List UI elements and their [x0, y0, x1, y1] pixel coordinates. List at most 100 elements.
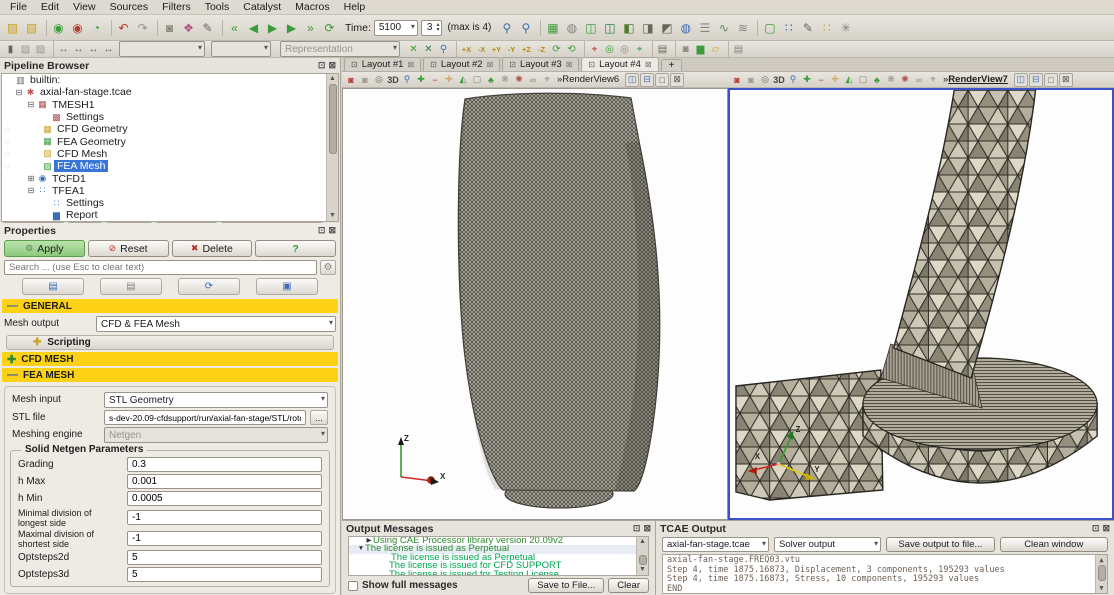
optsteps2d-input[interactable]: [127, 550, 322, 565]
rotate-90-ccw-icon[interactable]: ⟲: [564, 42, 579, 57]
spreadsheet-view-icon[interactable]: ▦: [543, 18, 562, 37]
menu-file[interactable]: File: [4, 1, 33, 13]
stream-tracer-icon[interactable]: ∿: [714, 18, 733, 37]
last-frame-icon[interactable]: »: [301, 18, 320, 37]
dock-float-icon[interactable]: ⊡: [318, 60, 326, 71]
dock-close-icon[interactable]: ⊠: [1102, 523, 1110, 534]
undo-icon[interactable]: ↶: [114, 18, 133, 37]
rescale-custom-range-icon[interactable]: ↔: [71, 42, 86, 57]
dock-float-icon[interactable]: ⊡: [318, 225, 326, 236]
paste-properties-button[interactable]: ▤: [100, 278, 162, 295]
close-view-icon[interactable]: ⊠: [1059, 73, 1073, 87]
redo-icon[interactable]: ↷: [133, 18, 152, 37]
pipeline-item-tmesh-settings[interactable]: ▩ Settings: [2, 111, 338, 123]
coloring-field-combo[interactable]: ▾: [119, 41, 205, 57]
search-input[interactable]: [4, 260, 317, 275]
glyph-filter-icon[interactable]: ◍: [562, 18, 581, 37]
pipeline-scrollbar[interactable]: ▲ ▼: [326, 74, 338, 221]
pipeline-item-tcae-case[interactable]: ⊟ ✱ axial-fan-stage.tcae: [2, 86, 338, 98]
mesh-input-combo[interactable]: STL Geometry ▾: [104, 392, 328, 408]
view-minus-y-icon[interactable]: -Y: [504, 42, 519, 57]
annotate-time-icon[interactable]: ▤: [731, 42, 746, 57]
close-icon[interactable]: ⊠: [407, 60, 414, 69]
orientation-axes-icon[interactable]: ✛: [828, 73, 842, 87]
magnify-icon[interactable]: ⚲: [786, 73, 800, 87]
link-view-icon[interactable]: ∞: [912, 73, 926, 87]
cube-axes-icon[interactable]: ◧: [619, 18, 638, 37]
dock-float-icon[interactable]: ⊡: [633, 523, 641, 534]
extract-filter-icon[interactable]: ◩: [657, 18, 676, 37]
capture-view-icon[interactable]: ◎: [372, 73, 386, 87]
reload-properties-button[interactable]: ⟳: [178, 278, 240, 295]
scroll-up-icon[interactable]: ▲: [639, 537, 646, 547]
messages-scrollbar[interactable]: ▲ ▼: [636, 537, 648, 575]
min-division-input[interactable]: [127, 510, 322, 525]
view-minus-z-icon[interactable]: -Z: [534, 42, 549, 57]
visibility-toggle-icon[interactable]: ◌: [2, 137, 12, 146]
tab-layout-4[interactable]: ⊡Layout #4⊠: [581, 57, 658, 71]
add-layout-tab[interactable]: +: [661, 59, 683, 71]
hover-points-icon[interactable]: ⌖: [926, 73, 940, 87]
maximize-view-icon[interactable]: □: [655, 73, 669, 87]
section-cfd-mesh[interactable]: ✚ CFD MESH: [2, 352, 338, 366]
menu-filters[interactable]: Filters: [156, 1, 197, 13]
close-icon[interactable]: ⊠: [645, 60, 652, 69]
tcae-case-combo[interactable]: axial-fan-stage.tcae ▾: [662, 537, 769, 552]
browse-button[interactable]: ...: [310, 410, 328, 425]
hmin-input[interactable]: [127, 491, 322, 506]
collapse-icon[interactable]: ⊟: [14, 88, 24, 97]
open-file-icon[interactable]: ▨: [3, 18, 22, 37]
show-orientation-axes-icon[interactable]: ◎: [602, 42, 617, 57]
visibility-toggle-icon[interactable]: ◌: [2, 125, 12, 134]
renderview7-viewport[interactable]: X Y Z: [728, 88, 1114, 520]
magnify-icon[interactable]: ⚲: [400, 73, 414, 87]
link-view-icon[interactable]: ∞: [526, 73, 540, 87]
dock-close-icon[interactable]: ⊠: [328, 60, 336, 71]
pipeline-item-fea-geometry[interactable]: ◌ ▦ FEA Geometry: [2, 135, 338, 147]
plot-over-time-icon[interactable]: ∷: [817, 18, 836, 37]
chart-view-icon[interactable]: ▆: [693, 42, 708, 57]
scrollbar-thumb[interactable]: [1098, 565, 1106, 581]
renderview6-label[interactable]: »RenderView6: [557, 74, 619, 85]
copy-screenshot-icon[interactable]: ▨: [18, 42, 33, 57]
scrollbar-thumb[interactable]: [329, 84, 337, 154]
frame-spinner[interactable]: 3 ▴▾: [421, 20, 443, 36]
probe-location-icon[interactable]: ◙: [678, 42, 693, 57]
adjust-color-map-icon[interactable]: ▤: [655, 42, 670, 57]
scroll-down-icon[interactable]: ▼: [1099, 583, 1103, 593]
set-view-up-icon[interactable]: ◭: [456, 73, 470, 87]
ruler-icon[interactable]: ▱: [708, 42, 723, 57]
close-icon[interactable]: ⊠: [487, 60, 494, 69]
color-palette-icon[interactable]: ❖: [179, 18, 198, 37]
warp-filter-icon[interactable]: ≋: [733, 18, 752, 37]
pipeline-item-builtin[interactable]: ▥ builtin:: [2, 74, 338, 86]
menu-help[interactable]: Help: [338, 1, 372, 13]
toggle-column-icon[interactable]: ▮: [3, 42, 18, 57]
rotate-view-left-icon[interactable]: ❋: [498, 73, 512, 87]
output-messages-list[interactable]: ▶ Using CAE Processor library version 20…: [348, 536, 649, 576]
edit-selection-icon[interactable]: ✎: [798, 18, 817, 37]
section-general[interactable]: — GENERAL: [2, 299, 338, 313]
next-frame-icon[interactable]: ▶: [282, 18, 301, 37]
camera-path-icon[interactable]: ◙: [160, 18, 179, 37]
rescale-temporal-range-icon[interactable]: ↔: [86, 42, 101, 57]
representation-combo[interactable]: Representation ▾: [280, 41, 400, 57]
load-state-icon[interactable]: ◉: [68, 18, 87, 37]
tab-layout-3[interactable]: ⊡Layout #3⊠: [502, 57, 579, 71]
rescale-visible-range-icon[interactable]: ↔: [101, 42, 116, 57]
pipeline-item-tfea1[interactable]: ⊟ ∷ TFEA1: [2, 185, 338, 197]
message-row[interactable]: The license is issued for Testing Licens…: [349, 571, 648, 576]
rotate-view-left-icon[interactable]: ❋: [884, 73, 898, 87]
increase-resolution-icon[interactable]: ✚: [414, 73, 428, 87]
reset-camera-icon[interactable]: ✕: [406, 42, 421, 57]
select-points-icon[interactable]: ∷: [779, 18, 798, 37]
spinner-arrows-icon[interactable]: ▴▾: [436, 23, 439, 33]
show-full-messages-checkbox[interactable]: [348, 581, 358, 591]
zoom-closest-icon[interactable]: ▢: [856, 73, 870, 87]
expand-icon[interactable]: ⊞: [26, 174, 36, 183]
delete-button[interactable]: ✖Delete: [172, 240, 253, 257]
orientation-axes-icon[interactable]: ✛: [442, 73, 456, 87]
zoom-to-box-icon[interactable]: ⚲: [436, 42, 451, 57]
light-kit-icon[interactable]: ♣: [484, 73, 498, 87]
save-file-icon[interactable]: ▧: [22, 18, 41, 37]
